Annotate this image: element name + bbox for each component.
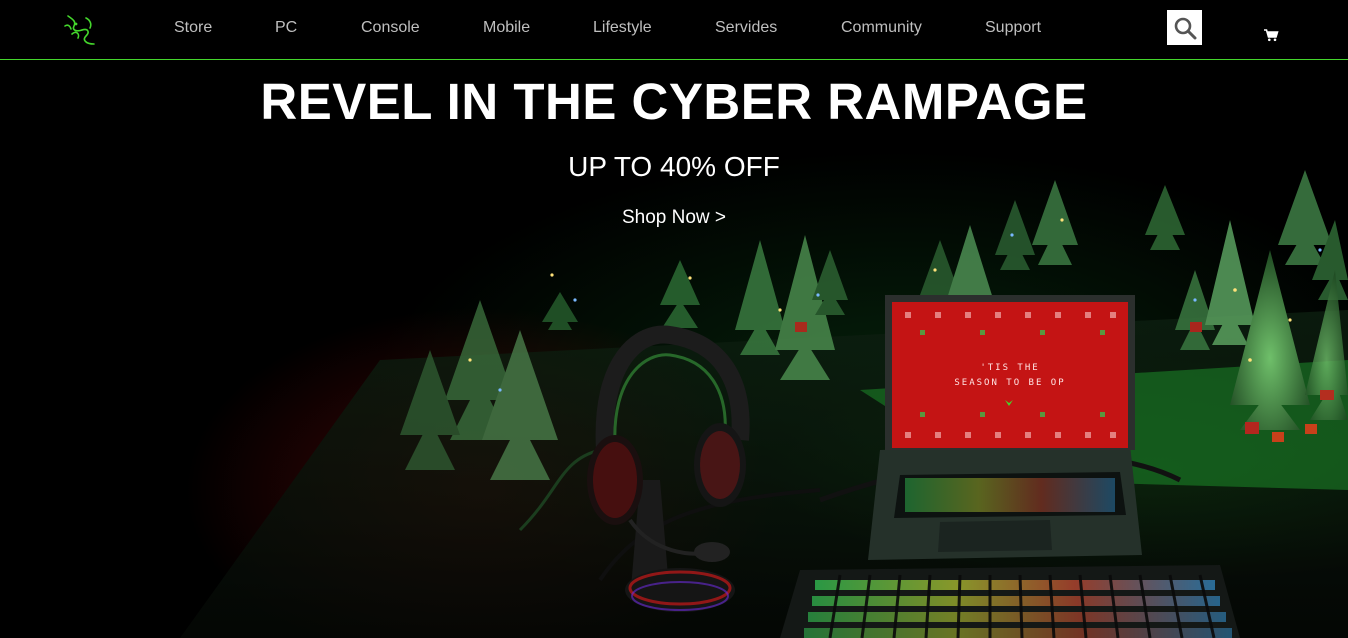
cart-icon — [1264, 29, 1279, 42]
hero-title: REVEL IN THE CYBER RAMPAGE — [260, 73, 1088, 130]
nav-item-services[interactable]: Servides — [715, 18, 777, 38]
holiday-gaming-setup-image: 'TIS THE SEASON TO BE OP — [180, 170, 1348, 638]
shop-now-container: Shop Now > — [0, 206, 1348, 230]
nav-item-pc[interactable]: PC — [275, 18, 297, 38]
search-button[interactable] — [1167, 10, 1202, 45]
hero-subtitle: UP TO 40% OFF — [568, 151, 780, 182]
hero-banner[interactable]: 'TIS THE SEASON TO BE OP REVEL IN THE CY… — [0, 60, 1348, 638]
shop-now-link[interactable]: Shop Now > — [622, 207, 726, 228]
screen-text-line-1: 'TIS THE — [980, 363, 1039, 373]
nav-item-mobile[interactable]: Mobile — [483, 18, 530, 38]
razer-logo-icon[interactable] — [62, 10, 100, 50]
nav-item-console[interactable]: Console — [361, 18, 420, 38]
cart-button[interactable] — [1263, 28, 1279, 42]
screen-text-line-2: SEASON TO BE OP — [954, 378, 1065, 388]
nav-item-support[interactable]: Support — [985, 18, 1041, 38]
nav-item-community[interactable]: Community — [841, 18, 922, 38]
search-icon — [1174, 17, 1196, 39]
nav-item-lifestyle[interactable]: Lifestyle — [593, 18, 652, 38]
nav-item-store[interactable]: Store — [174, 18, 212, 38]
top-navigation-bar: Store PC Console Mobile Lifestyle Servid… — [0, 0, 1348, 60]
